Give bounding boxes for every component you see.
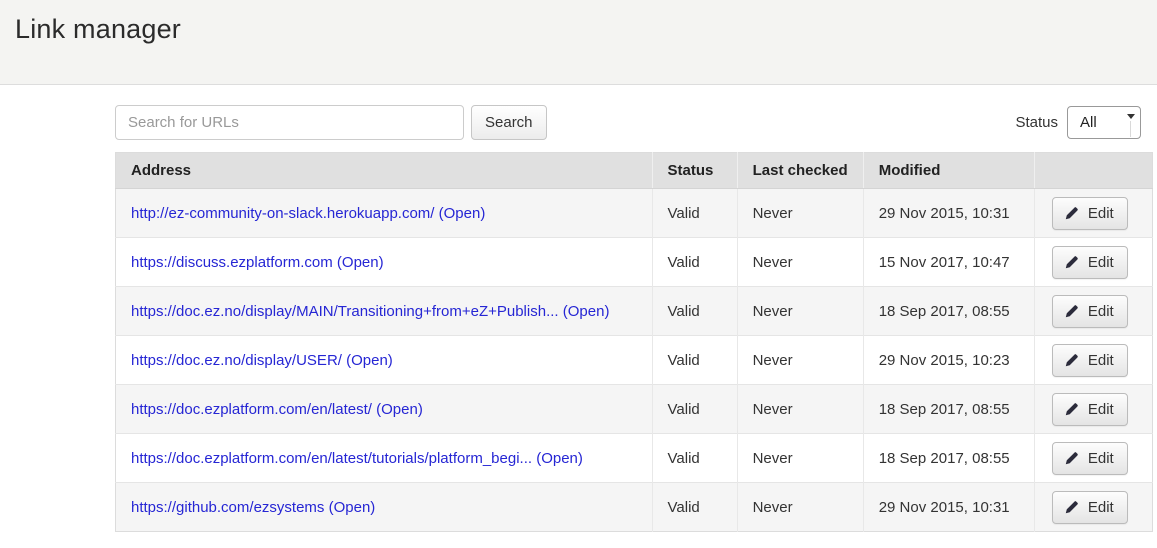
page-title: Link manager: [15, 14, 1142, 45]
address-cell: https://doc.ezplatform.com/en/latest/tut…: [116, 434, 653, 483]
content-area: Search Status All Address Status: [115, 104, 1153, 532]
actions-cell: Edit: [1034, 483, 1152, 532]
status-filter: Status All: [1015, 106, 1141, 139]
url-link[interactable]: https://github.com/ezsystems: [131, 499, 324, 516]
actions-cell: Edit: [1034, 238, 1152, 287]
status-select[interactable]: All: [1067, 106, 1141, 139]
pencil-icon: [1064, 206, 1079, 221]
status-cell: Valid: [652, 336, 737, 385]
pencil-icon: [1064, 402, 1079, 417]
last-checked-cell: Never: [737, 434, 863, 483]
edit-button[interactable]: Edit: [1052, 491, 1128, 524]
open-link[interactable]: (Open): [536, 450, 583, 467]
edit-button-label: Edit: [1088, 205, 1114, 222]
column-header-last-checked: Last checked: [737, 153, 863, 189]
modified-cell: 15 Nov 2017, 10:47: [863, 238, 1034, 287]
column-header-actions: [1034, 153, 1152, 189]
search-button[interactable]: Search: [471, 105, 547, 140]
table-row: http://ez-community-on-slack.herokuapp.c…: [116, 189, 1153, 238]
open-link[interactable]: (Open): [346, 352, 393, 369]
actions-cell: Edit: [1034, 287, 1152, 336]
pencil-icon: [1064, 353, 1079, 368]
modified-cell: 18 Sep 2017, 08:55: [863, 287, 1034, 336]
modified-cell: 18 Sep 2017, 08:55: [863, 434, 1034, 483]
open-link[interactable]: (Open): [376, 401, 423, 418]
last-checked-cell: Never: [737, 483, 863, 532]
edit-button-label: Edit: [1088, 450, 1114, 467]
edit-button-label: Edit: [1088, 254, 1114, 271]
address-cell: http://ez-community-on-slack.herokuapp.c…: [116, 189, 653, 238]
table-row: https://doc.ez.no/display/MAIN/Transitio…: [116, 287, 1153, 336]
search-input[interactable]: [115, 105, 464, 140]
table-row: https://doc.ezplatform.com/en/latest/tut…: [116, 434, 1153, 483]
edit-button[interactable]: Edit: [1052, 295, 1128, 328]
status-cell: Valid: [652, 483, 737, 532]
status-cell: Valid: [652, 189, 737, 238]
column-header-modified: Modified: [863, 153, 1034, 189]
table-row: https://github.com/ezsystems (Open) Vali…: [116, 483, 1153, 532]
modified-cell: 29 Nov 2015, 10:31: [863, 483, 1034, 532]
address-cell: https://discuss.ezplatform.com (Open): [116, 238, 653, 287]
edit-button-label: Edit: [1088, 303, 1114, 320]
edit-button[interactable]: Edit: [1052, 393, 1128, 426]
pencil-icon: [1064, 304, 1079, 319]
toolbar: Search Status All: [115, 104, 1153, 140]
status-select-value: All: [1080, 114, 1097, 131]
open-link[interactable]: (Open): [563, 303, 610, 320]
table-row: https://discuss.ezplatform.com (Open) Va…: [116, 238, 1153, 287]
address-cell: https://doc.ez.no/display/USER/ (Open): [116, 336, 653, 385]
last-checked-cell: Never: [737, 238, 863, 287]
edit-button[interactable]: Edit: [1052, 344, 1128, 377]
address-cell: https://doc.ezplatform.com/en/latest/ (O…: [116, 385, 653, 434]
modified-cell: 18 Sep 2017, 08:55: [863, 385, 1034, 434]
last-checked-cell: Never: [737, 336, 863, 385]
modified-cell: 29 Nov 2015, 10:31: [863, 189, 1034, 238]
edit-button[interactable]: Edit: [1052, 246, 1128, 279]
status-cell: Valid: [652, 385, 737, 434]
edit-button[interactable]: Edit: [1052, 442, 1128, 475]
chevron-down-icon: [1127, 114, 1135, 119]
status-cell: Valid: [652, 434, 737, 483]
url-link[interactable]: https://doc.ezplatform.com/en/latest/tut…: [131, 450, 532, 467]
links-table-wrapper: Address Status Last checked Modified htt…: [115, 152, 1153, 532]
modified-cell: 29 Nov 2015, 10:23: [863, 336, 1034, 385]
edit-button-label: Edit: [1088, 499, 1114, 516]
url-link[interactable]: https://doc.ez.no/display/MAIN/Transitio…: [131, 303, 559, 320]
actions-cell: Edit: [1034, 336, 1152, 385]
last-checked-cell: Never: [737, 287, 863, 336]
actions-cell: Edit: [1034, 434, 1152, 483]
page-header: Link manager: [0, 0, 1157, 85]
url-link[interactable]: https://doc.ezplatform.com/en/latest/: [131, 401, 372, 418]
actions-cell: Edit: [1034, 385, 1152, 434]
table-row: https://doc.ez.no/display/USER/ (Open) V…: [116, 336, 1153, 385]
address-cell: https://github.com/ezsystems (Open): [116, 483, 653, 532]
edit-button-label: Edit: [1088, 352, 1114, 369]
url-link[interactable]: http://ez-community-on-slack.herokuapp.c…: [131, 205, 434, 222]
pencil-icon: [1064, 255, 1079, 270]
status-cell: Valid: [652, 238, 737, 287]
last-checked-cell: Never: [737, 189, 863, 238]
status-cell: Valid: [652, 287, 737, 336]
url-link[interactable]: https://discuss.ezplatform.com: [131, 254, 333, 271]
table-row: https://doc.ezplatform.com/en/latest/ (O…: [116, 385, 1153, 434]
pencil-icon: [1064, 500, 1079, 515]
open-link[interactable]: (Open): [439, 205, 486, 222]
column-header-address: Address: [116, 153, 653, 189]
last-checked-cell: Never: [737, 385, 863, 434]
select-divider: [1130, 121, 1131, 137]
edit-button-label: Edit: [1088, 401, 1114, 418]
table-header-row: Address Status Last checked Modified: [116, 153, 1153, 189]
open-link[interactable]: (Open): [337, 254, 384, 271]
column-header-status: Status: [652, 153, 737, 189]
links-table: Address Status Last checked Modified htt…: [115, 152, 1153, 532]
address-cell: https://doc.ez.no/display/MAIN/Transitio…: [116, 287, 653, 336]
status-filter-label: Status: [1015, 114, 1058, 131]
pencil-icon: [1064, 451, 1079, 466]
edit-button[interactable]: Edit: [1052, 197, 1128, 230]
table-body: http://ez-community-on-slack.herokuapp.c…: [116, 189, 1153, 532]
actions-cell: Edit: [1034, 189, 1152, 238]
url-link[interactable]: https://doc.ez.no/display/USER/: [131, 352, 342, 369]
open-link[interactable]: (Open): [329, 499, 376, 516]
